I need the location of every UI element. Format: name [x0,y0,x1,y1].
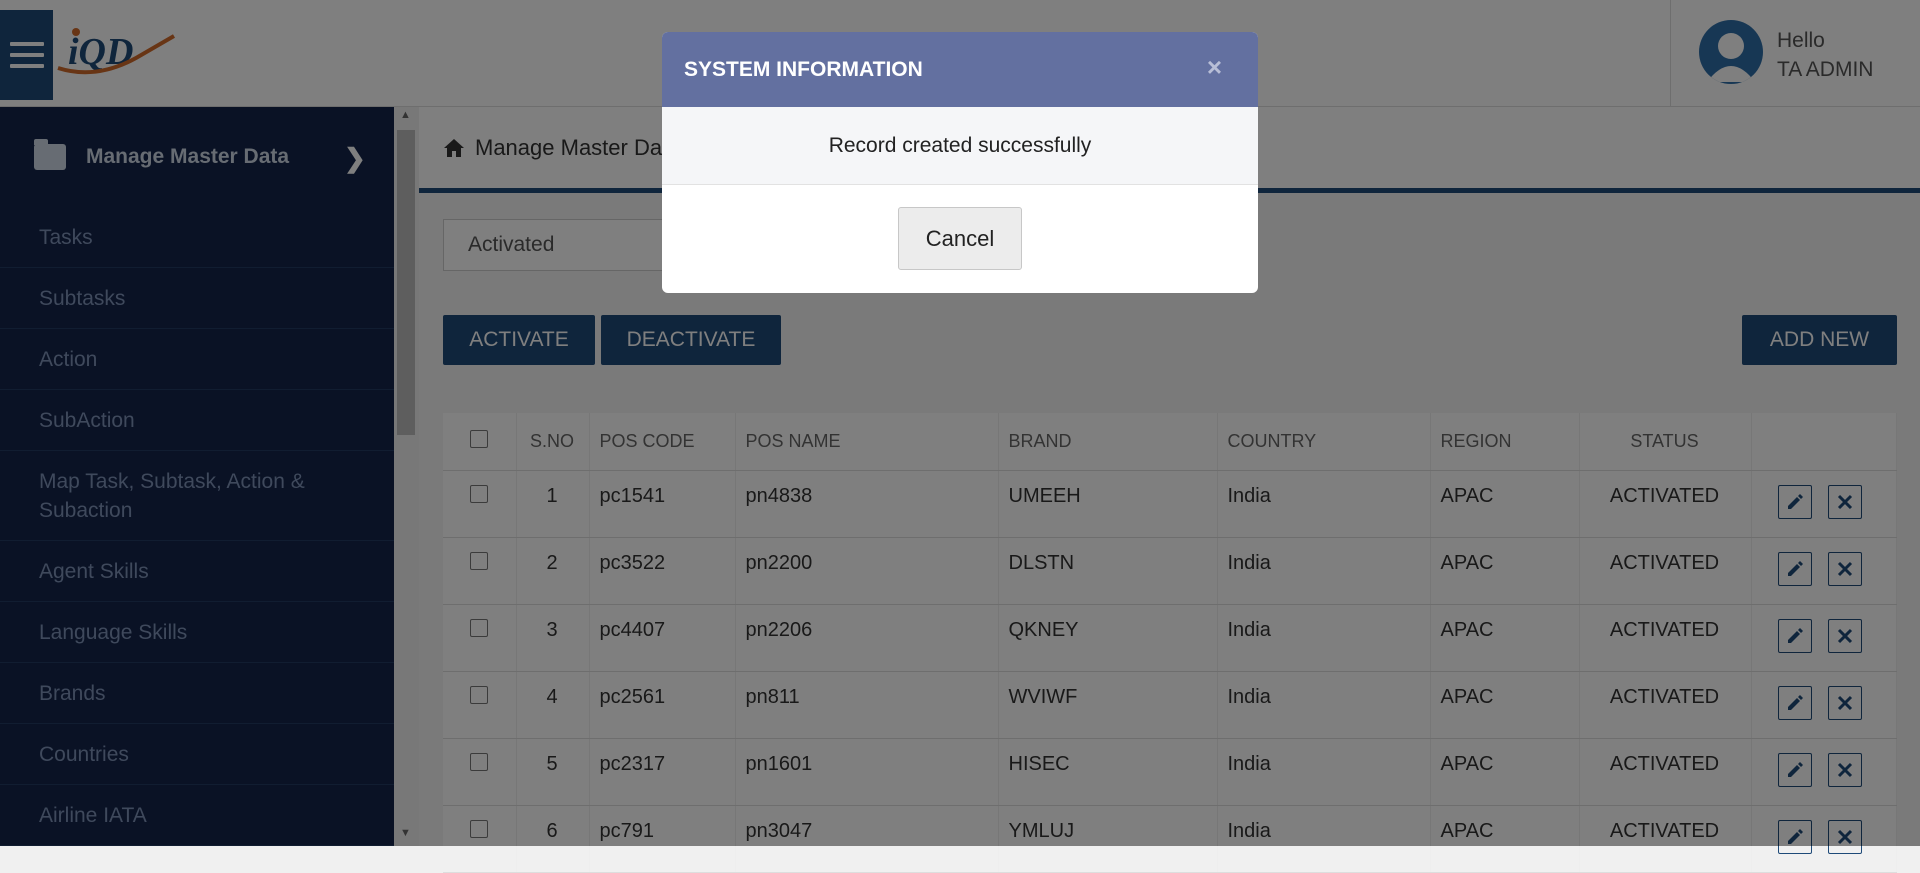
cancel-button-label: Cancel [925,225,995,251]
dialog-message: Record created successfully [828,133,1092,157]
dialog-title: SYSTEM INFORMATION [684,57,923,81]
dialog-footer: Cancel [662,185,1258,293]
system-information-dialog: SYSTEM INFORMATION × Record created succ… [662,32,1258,293]
dialog-body: Record created successfully [662,107,1258,185]
dialog-header: SYSTEM INFORMATION × [662,32,1258,107]
cancel-button[interactable]: Cancel [898,207,1022,270]
close-icon[interactable]: × [1207,52,1222,83]
